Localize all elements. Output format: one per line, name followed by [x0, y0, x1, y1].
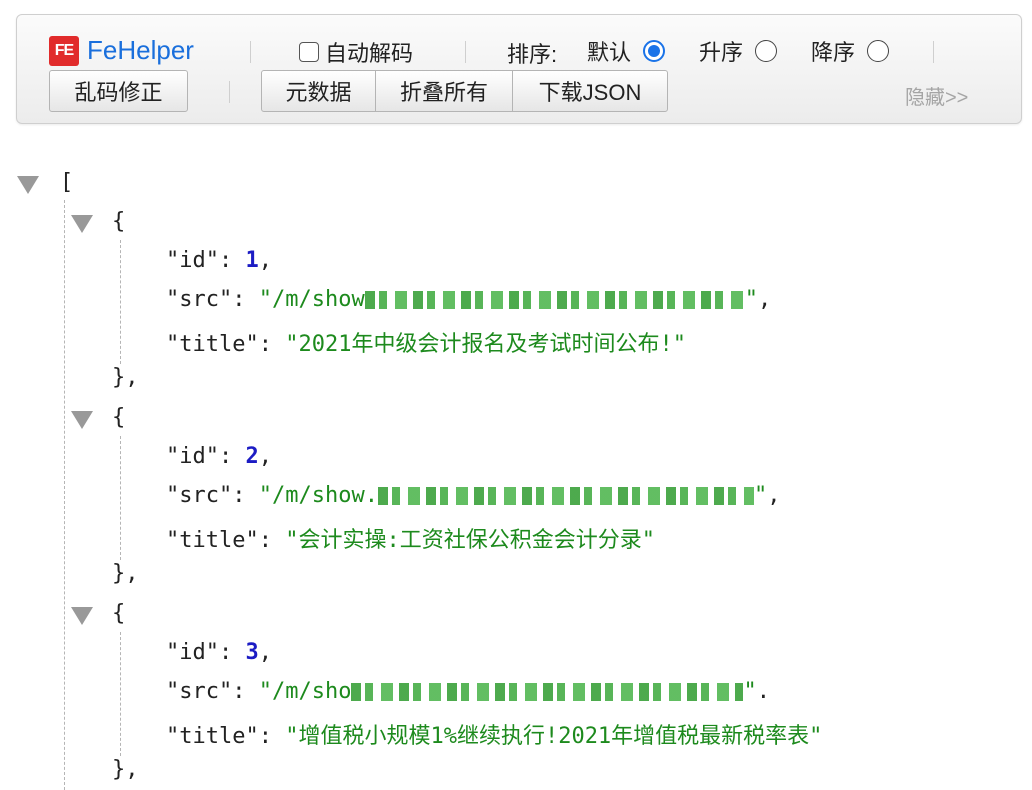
object-guide-line [120, 240, 121, 364]
checkbox-box[interactable] [299, 42, 319, 62]
collapse-triangle-icon[interactable] [17, 176, 39, 194]
sort-desc-label: 降序 [811, 40, 856, 65]
json-number-value: 2 [245, 444, 259, 469]
object-open-brace: { [112, 209, 126, 234]
sort-default-label: 默认 [587, 40, 632, 65]
json-key: "id" [166, 248, 219, 273]
object-guide-line [120, 436, 121, 560]
fe-logo-icon: FE [49, 35, 79, 66]
sort-option-asc[interactable]: 升序 [699, 35, 778, 67]
redacted-blur [364, 291, 745, 309]
array-guide-line [64, 200, 65, 790]
array-open-bracket: [ [60, 170, 74, 195]
auto-decode-checkbox[interactable]: 自动解码 [299, 36, 413, 68]
json-string-value: "/m/show. [258, 483, 378, 508]
download-json-button[interactable]: 下载JSON [512, 70, 668, 112]
sort-option-desc[interactable]: 降序 [811, 35, 890, 67]
object-close-brace: }, [112, 757, 139, 782]
json-row-title: "title": "2021年中级会计报名及考试时间公布!" [166, 332, 686, 357]
fix-garbled-button[interactable]: 乱码修正 [49, 70, 188, 112]
json-key: "title" [166, 332, 259, 357]
json-row-id: "id": 2, [166, 444, 272, 469]
fehelper-toolbar: FE FeHelper 自动解码 排序: 默认 升序 降序 乱码修正 元数据 折… [16, 14, 1022, 124]
json-string-value: "/m/show [258, 287, 365, 312]
divider [229, 81, 230, 103]
json-string-value: "2021年中级会计报名及考试时间公布!" [285, 332, 686, 357]
json-key: "src" [166, 483, 233, 508]
collapse-triangle-icon[interactable] [71, 215, 93, 233]
divider [933, 41, 934, 63]
sort-asc-label: 升序 [699, 40, 744, 65]
json-row-title: "title": "增值税小规模1%继续执行!2021年增值税最新税率表" [166, 724, 823, 749]
redacted-blur [351, 683, 744, 701]
sort-option-default[interactable]: 默认 [587, 35, 666, 67]
json-number-value: 1 [245, 248, 259, 273]
json-row-id: "id": 3, [166, 640, 272, 665]
json-key: "src" [166, 679, 233, 704]
json-row-src: "src": "/m/show. ", [166, 483, 781, 508]
radio-desc[interactable] [867, 40, 890, 62]
object-close-brace: }, [112, 561, 139, 586]
json-key: "title" [166, 724, 259, 749]
hide-toolbar-link[interactable]: 隐藏>> [905, 81, 968, 110]
json-string-value: "会计实操:工资社保公积金会计分录" [285, 528, 655, 553]
divider [250, 41, 251, 63]
fehelper-logo: FE FeHelper [49, 35, 194, 66]
fold-all-button[interactable]: 折叠所有 [375, 70, 513, 112]
auto-decode-label: 自动解码 [325, 41, 414, 66]
radio-default[interactable] [643, 40, 666, 62]
json-row-title: "title": "会计实操:工资社保公积金会计分录" [166, 528, 655, 553]
logo-text: FeHelper [87, 35, 194, 65]
json-row-src: "src": "/m/sho ". [166, 679, 770, 704]
object-close-brace: }, [112, 365, 139, 390]
json-key: "id" [166, 640, 219, 665]
json-key: "title" [166, 528, 259, 553]
object-guide-line [120, 632, 121, 756]
json-row-id: "id": 1, [166, 248, 272, 273]
json-row-src: "src": "/m/show ", [166, 287, 772, 312]
radio-asc[interactable] [755, 40, 778, 62]
redacted-blur [377, 487, 754, 505]
metadata-button[interactable]: 元数据 [261, 70, 376, 112]
collapse-triangle-icon[interactable] [71, 607, 93, 625]
collapse-triangle-icon[interactable] [71, 411, 93, 429]
object-open-brace: { [112, 405, 126, 430]
object-open-brace: { [112, 601, 126, 626]
json-string-value: "/m/sho [258, 679, 352, 704]
json-string-value: "增值税小规模1%继续执行!2021年增值税最新税率表" [285, 724, 823, 749]
sort-label: 排序: [507, 42, 558, 67]
json-key: "src" [166, 287, 233, 312]
json-number-value: 3 [245, 640, 259, 665]
json-key: "id" [166, 444, 219, 469]
divider [465, 41, 466, 63]
